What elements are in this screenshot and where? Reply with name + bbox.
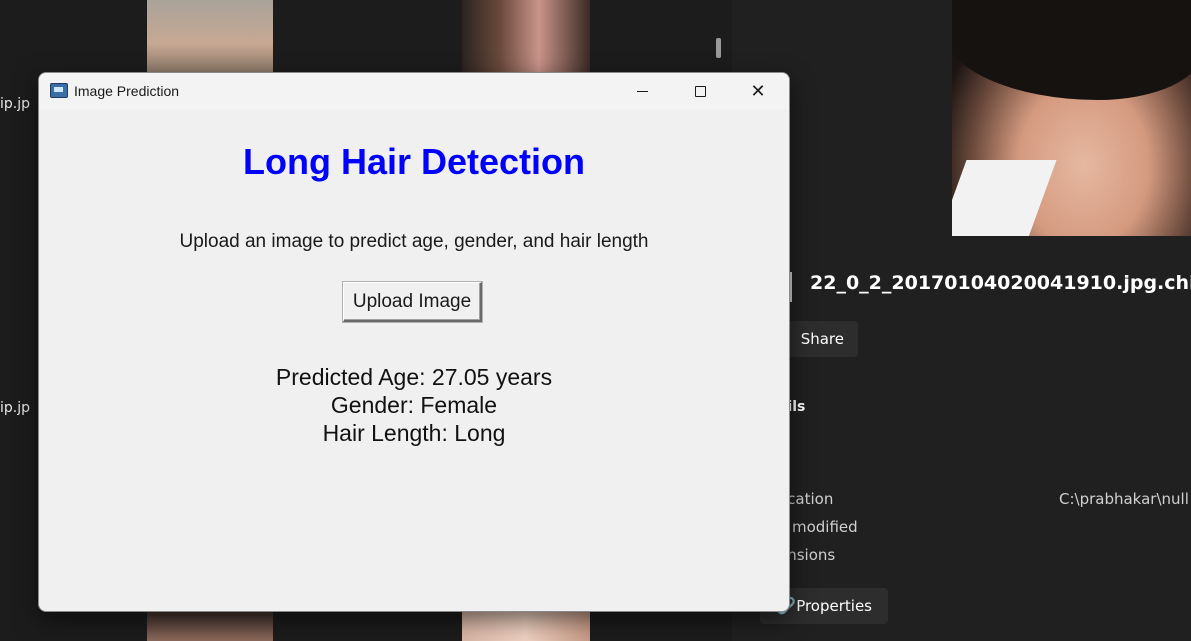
- share-label: Share: [800, 330, 844, 348]
- close-icon: ✕: [750, 80, 766, 102]
- minimize-icon: [636, 91, 648, 92]
- gallery-item-label: ip.jp: [0, 400, 31, 416]
- instructions-text: Upload an image to predict age, gender, …: [179, 231, 649, 252]
- hair-length-text: Hair Length: Long: [322, 420, 506, 446]
- file-name: 22_0_2_20170104020041910.jpg.chip.jpg: [810, 272, 1191, 294]
- predicted-age-text: Predicted Age: 27.05 years: [275, 364, 553, 390]
- gallery-thumbnail[interactable]: [462, 0, 590, 72]
- gallery-item-label: ip.jp: [0, 96, 31, 112]
- gallery-thumbnail[interactable]: [462, 610, 590, 641]
- maximize-button[interactable]: [671, 73, 729, 110]
- image-preview: [952, 0, 1191, 236]
- gender-text: Gender: Female: [330, 392, 498, 418]
- properties-label: Properties: [796, 597, 872, 615]
- meta-value-location: C:\prabhakar\null cla: [1059, 490, 1191, 508]
- app-icon: [50, 83, 68, 98]
- gallery-scrollbar[interactable]: [716, 38, 721, 58]
- title-bar[interactable]: Image Prediction ✕: [39, 73, 789, 110]
- upload-image-button[interactable]: Upload Image: [343, 282, 482, 322]
- gallery-thumbnail[interactable]: [147, 0, 273, 72]
- close-button[interactable]: ✕: [729, 73, 787, 110]
- minimize-button[interactable]: [613, 73, 671, 110]
- maximize-icon: [694, 86, 706, 97]
- window-title: Image Prediction: [74, 83, 180, 99]
- image-prediction-window: Image Prediction ✕ Long Hair Detection U…: [38, 72, 790, 612]
- app-heading: Long Hair Detection: [242, 141, 586, 182]
- gallery-thumbnail[interactable]: [147, 610, 273, 641]
